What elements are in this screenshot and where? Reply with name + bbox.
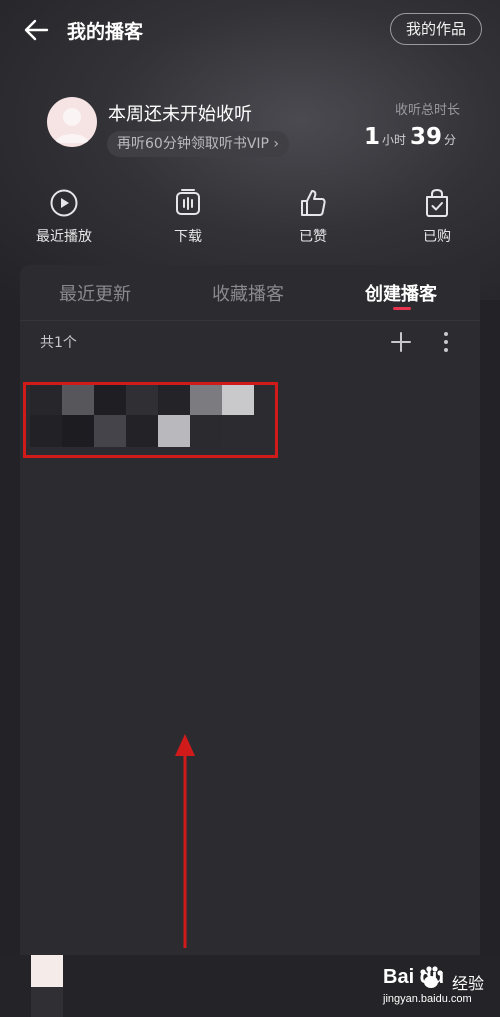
minutes-value: 39 [409,124,442,150]
play-circle-icon [50,189,78,217]
default-avatar-icon [55,108,89,143]
watermark-suffix: 经验 [452,974,485,993]
total-listen-time: 1 小时 39 分 [364,124,460,150]
mini-player-cover [31,955,63,987]
header: 我的播客 我的作品 [0,0,500,60]
watermark-url: jingyan.baidu.com [383,993,472,1005]
weekly-listen-status: 本周还未开始收听 [108,104,252,125]
total-listen-label: 收听总时长 [394,103,460,118]
purchased-label: 已购 [423,229,451,245]
recent-play-button[interactable]: 最近播放 [24,188,104,246]
back-button[interactable] [22,15,52,45]
more-options-button[interactable] [438,331,454,353]
active-tab-indicator [393,307,411,310]
download-button[interactable]: 下载 [148,188,228,246]
avatar[interactable] [47,97,97,147]
tab-recent-updates[interactable]: 最近更新 [59,280,131,306]
tab-bar: 最近更新 收藏播客 创建播客 [20,265,480,321]
purchased-button[interactable]: 已购 [397,188,477,246]
baidu-jingyan-watermark: Bai du 经验 jingyan.baidu.com [378,962,488,1012]
tab-created-podcasts[interactable]: 创建播客 [365,280,437,306]
quick-actions: 最近播放 下载 已赞 已购 [0,188,500,252]
purchased-bag-icon [426,188,448,217]
annotation-arrow-icon [175,734,195,948]
hours-unit: 小时 [381,133,406,147]
thumbs-up-icon [301,190,326,216]
liked-button[interactable]: 已赞 [273,188,353,246]
recent-play-label: 最近播放 [36,229,92,245]
highlight-box [23,382,278,458]
watermark-brand: Bai du [383,966,445,988]
add-podcast-button[interactable] [390,331,412,353]
download-label: 下载 [174,229,202,245]
tab-favorite-podcasts[interactable]: 收藏播客 [212,280,284,306]
mini-player-cover-shadow [31,987,63,1017]
back-arrow-icon [24,19,49,41]
page-title: 我的播客 [67,21,144,43]
liked-label: 已赞 [299,229,327,245]
download-icon [176,189,200,215]
minutes-unit: 分 [443,133,456,147]
vip-promo-text: 再听60分钟领取听书VIP [117,136,269,152]
more-vertical-icon [444,332,448,352]
hours-value: 1 [363,124,380,150]
my-works-button[interactable]: 我的作品 [389,13,482,45]
plus-icon [391,332,411,352]
podcast-count: 共1个 [40,335,77,351]
vip-promo-link[interactable]: 再听60分钟领取听书VIP › [107,131,290,157]
podcast-panel: 最近更新 收藏播客 创建播客 共1个 [20,265,480,955]
chevron-right-icon: › [273,136,280,152]
